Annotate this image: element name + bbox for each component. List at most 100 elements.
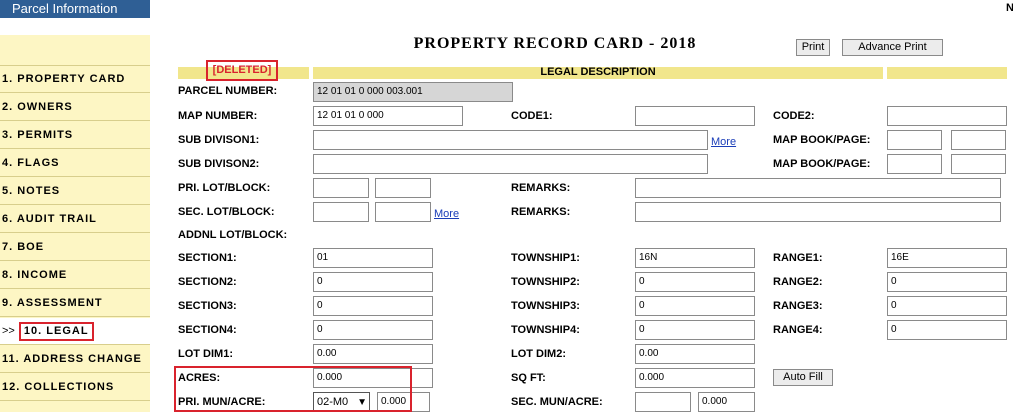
map-page1-field[interactable] [951, 130, 1006, 150]
code1-label: CODE1: [511, 110, 553, 122]
range2-field[interactable]: 0 [887, 272, 1007, 292]
app-title: Parcel Information [0, 0, 150, 18]
section-bar-right [887, 67, 1007, 79]
township1-field[interactable]: 16N [635, 248, 755, 268]
range4-field[interactable]: 0 [887, 320, 1007, 340]
sidebar-item-legal[interactable]: >> 10. LEGAL [0, 318, 150, 345]
parcel-number-field[interactable]: 12 01 01 0 000 003.001 [313, 82, 513, 102]
addnl-lot-block-label: ADDNL LOT/BLOCK: [178, 229, 288, 241]
map-number-label: MAP NUMBER: [178, 110, 258, 122]
lot-dim2-label: LOT DIM2: [511, 348, 566, 360]
pri-lot-block-label: PRI. LOT/BLOCK: [178, 182, 271, 194]
page-title: PROPERTY RECORD CARD - 2018 [413, 35, 697, 52]
sidebar-item-label: 7. BOE [2, 241, 45, 253]
sub-division2-label: SUB DIVISON2: [178, 158, 260, 170]
active-indicator: >> [2, 325, 15, 337]
section4-label: SECTION4: [178, 324, 237, 336]
sidebar-item-owners[interactable]: 2. OWNERS [0, 94, 150, 121]
sidebar-spacer [0, 35, 150, 66]
sidebar-item-property-card[interactable]: 1. PROPERTY CARD [0, 66, 150, 93]
sidebar-item-label: 1. PROPERTY CARD [2, 73, 126, 85]
parcel-number-label: PARCEL NUMBER: [178, 85, 278, 97]
more-link-lot-block[interactable]: More [434, 208, 459, 220]
sidebar-item-collections[interactable]: 12. COLLECTIONS [0, 374, 150, 401]
lot-dim2-field[interactable]: 0.00 [635, 344, 755, 364]
sidebar-item-notes[interactable]: 5. NOTES [0, 178, 150, 205]
range1-field[interactable]: 16E [887, 248, 1007, 268]
sidebar-item-label: 11. ADDRESS CHANGE [2, 353, 142, 365]
section1-field[interactable]: 01 [313, 248, 433, 268]
township2-field[interactable]: 0 [635, 272, 755, 292]
lot-dim1-field[interactable]: 0.00 [313, 344, 433, 364]
sidebar-item-label: 4. FLAGS [2, 157, 60, 169]
section1-label: SECTION1: [178, 252, 237, 264]
section-title: LEGAL DESCRIPTION [540, 66, 656, 78]
township4-field[interactable]: 0 [635, 320, 755, 340]
code1-field[interactable] [635, 106, 755, 126]
sidebar-item-label: 8. INCOME [2, 269, 68, 281]
range2-label: RANGE2: [773, 276, 823, 288]
sidebar-item-label: 10. LEGAL [18, 322, 94, 341]
sidebar-item-assessment[interactable]: 9. ASSESSMENT [0, 290, 150, 317]
township4-label: TOWNSHIP4: [511, 324, 580, 336]
sidebar-item-income[interactable]: 8. INCOME [0, 262, 150, 289]
sq-ft-label: SQ FT: [511, 372, 546, 384]
sec-mun-acre-select[interactable] [635, 392, 691, 412]
section2-field[interactable]: 0 [313, 272, 433, 292]
sub-division2-field[interactable] [313, 154, 708, 174]
code2-field[interactable] [887, 106, 1007, 126]
top-bar [0, 0, 1013, 18]
map-book1-field[interactable] [887, 130, 942, 150]
code2-label: CODE2: [773, 110, 815, 122]
map-number-field[interactable]: 12 01 01 0 000 [313, 106, 463, 126]
section3-label: SECTION3: [178, 300, 237, 312]
sec-block-field[interactable] [375, 202, 431, 222]
map-book-page1-label: MAP BOOK/PAGE: [773, 134, 871, 146]
township1-label: TOWNSHIP1: [511, 252, 580, 264]
sidebar-item-label: 9. ASSESSMENT [2, 297, 103, 309]
remarks1-label: REMARKS: [511, 182, 571, 194]
remarks2-label: REMARKS: [511, 206, 571, 218]
range3-field[interactable]: 0 [887, 296, 1007, 316]
top-right-letter: N [1006, 2, 1013, 14]
sidebar-item-label: 6. AUDIT TRAIL [2, 213, 97, 225]
map-book-page2-label: MAP BOOK/PAGE: [773, 158, 871, 170]
sq-ft-field[interactable]: 0.000 [635, 368, 755, 388]
range1-label: RANGE1: [773, 252, 823, 264]
sidebar-item-label: 12. COLLECTIONS [2, 381, 115, 393]
auto-fill-button[interactable]: Auto Fill [773, 369, 833, 386]
advance-print-button[interactable]: Advance Print [842, 39, 943, 56]
pri-block-field[interactable] [375, 178, 431, 198]
sec-lot-block-label: SEC. LOT/BLOCK: [178, 206, 275, 218]
map-page2-field[interactable] [951, 154, 1006, 174]
range4-label: RANGE4: [773, 324, 823, 336]
acres-highlight-box [174, 366, 412, 412]
map-book2-field[interactable] [887, 154, 942, 174]
sec-mun-acre-label: SEC. MUN/ACRE: [511, 396, 603, 408]
pri-lot-field[interactable] [313, 178, 369, 198]
sidebar-item-boe[interactable]: 7. BOE [0, 234, 150, 261]
sub-division1-label: SUB DIVISON1: [178, 134, 260, 146]
range3-label: RANGE3: [773, 300, 823, 312]
sidebar-item-label: 5. NOTES [2, 185, 61, 197]
deleted-status-badge: [DELETED] [206, 60, 278, 81]
lot-dim1-label: LOT DIM1: [178, 348, 233, 360]
township3-field[interactable]: 0 [635, 296, 755, 316]
sec-lot-field[interactable] [313, 202, 369, 222]
section3-field[interactable]: 0 [313, 296, 433, 316]
sub-division1-field[interactable] [313, 130, 708, 150]
more-link-subdivision[interactable]: More [711, 136, 736, 148]
sidebar-item-flags[interactable]: 4. FLAGS [0, 150, 150, 177]
sidebar-item-audit-trail[interactable]: 6. AUDIT TRAIL [0, 206, 150, 233]
sec-mun-acre-field[interactable]: 0.000 [698, 392, 755, 412]
sidebar-item-permits[interactable]: 3. PERMITS [0, 122, 150, 149]
sidebar-item-label: 3. PERMITS [2, 129, 74, 141]
remarks2-field[interactable] [635, 202, 1001, 222]
section2-label: SECTION2: [178, 276, 237, 288]
township3-label: TOWNSHIP3: [511, 300, 580, 312]
print-button[interactable]: Print [796, 39, 830, 56]
section4-field[interactable]: 0 [313, 320, 433, 340]
township2-label: TOWNSHIP2: [511, 276, 580, 288]
remarks1-field[interactable] [635, 178, 1001, 198]
sidebar-item-address-change[interactable]: 11. ADDRESS CHANGE [0, 346, 150, 373]
